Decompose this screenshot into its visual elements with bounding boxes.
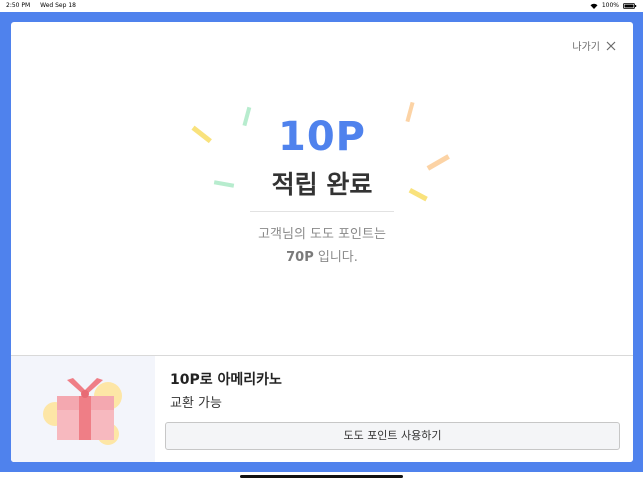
reward-title: 10P로 아메리카노 <box>170 372 282 388</box>
completion-title: 적립 완료 <box>271 170 373 199</box>
wifi-icon <box>590 3 598 9</box>
reward-subtitle: 교환 가능 <box>170 396 222 411</box>
balance-points: 70P <box>286 250 314 265</box>
use-points-button[interactable]: 도도 포인트 사용하기 <box>165 422 620 450</box>
status-left: 2:50 PM Wed Sep 18 <box>6 2 76 9</box>
balance-message-line2: 70P 입니다. <box>11 246 633 265</box>
status-time: 2:50 PM <box>6 2 31 9</box>
status-bar: 2:50 PM Wed Sep 18 100% <box>0 0 643 12</box>
status-date: Wed Sep 18 <box>40 2 76 9</box>
gift-area <box>11 356 155 462</box>
divider <box>250 211 394 212</box>
completion-card: 나가기 10P 적립 완료 고객님의 도도 포인트는 70P 입니다. 10P로… <box>11 22 633 462</box>
reward-panel: 10P로 아메리카노 교환 가능 도도 포인트 사용하기 <box>11 355 633 462</box>
gift-icon <box>43 378 122 445</box>
battery-percent: 100% <box>601 2 619 9</box>
earned-points: 10P <box>278 114 366 160</box>
balance-message-line1: 고객님의 도도 포인트는 <box>258 227 386 242</box>
balance-suffix: 입니다. <box>313 250 358 265</box>
home-indicator[interactable] <box>240 475 403 478</box>
status-right: 100% <box>590 2 637 9</box>
battery-icon <box>623 2 637 9</box>
